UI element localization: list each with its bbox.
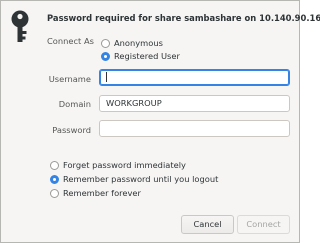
radio-label: Remember password until you logout	[63, 174, 219, 184]
connect-button[interactable]: Connect	[237, 215, 290, 234]
radio-indicator[interactable]	[101, 51, 110, 61]
dialog-title: Password required for share sambashare o…	[47, 13, 320, 23]
radio-indicator[interactable]	[50, 174, 59, 184]
radio-remember-forever[interactable]: Remember forever	[50, 188, 141, 198]
radio-registered-user[interactable]: Registered User	[101, 51, 180, 61]
radio-indicator[interactable]	[50, 160, 59, 170]
domain-value: WORKGROUP	[106, 98, 162, 108]
radio-remember-until-logout[interactable]: Remember password until you logout	[50, 174, 218, 184]
username-label: Username	[48, 74, 91, 84]
text-caret	[106, 71, 107, 82]
domain-field[interactable]: WORKGROUP	[99, 95, 290, 112]
radio-label: Forget password immediately	[63, 160, 186, 170]
cancel-button[interactable]: Cancel	[181, 215, 234, 234]
username-field[interactable]	[99, 69, 290, 86]
radio-label: Anonymous	[114, 38, 163, 48]
radio-anonymous[interactable]: Anonymous	[101, 38, 163, 48]
radio-label: Registered User	[114, 51, 180, 61]
key-icon	[11, 10, 29, 42]
password-field[interactable]	[99, 120, 290, 137]
domain-label: Domain	[58, 99, 91, 109]
radio-label: Remember forever	[63, 188, 141, 198]
password-label: Password	[52, 125, 91, 135]
connect-as-label: Connect As	[47, 36, 94, 46]
radio-indicator[interactable]	[50, 188, 59, 198]
radio-forget-immediately[interactable]: Forget password immediately	[50, 160, 186, 170]
radio-indicator[interactable]	[101, 38, 110, 48]
password-dialog: Password required for share sambashare o…	[0, 0, 320, 243]
